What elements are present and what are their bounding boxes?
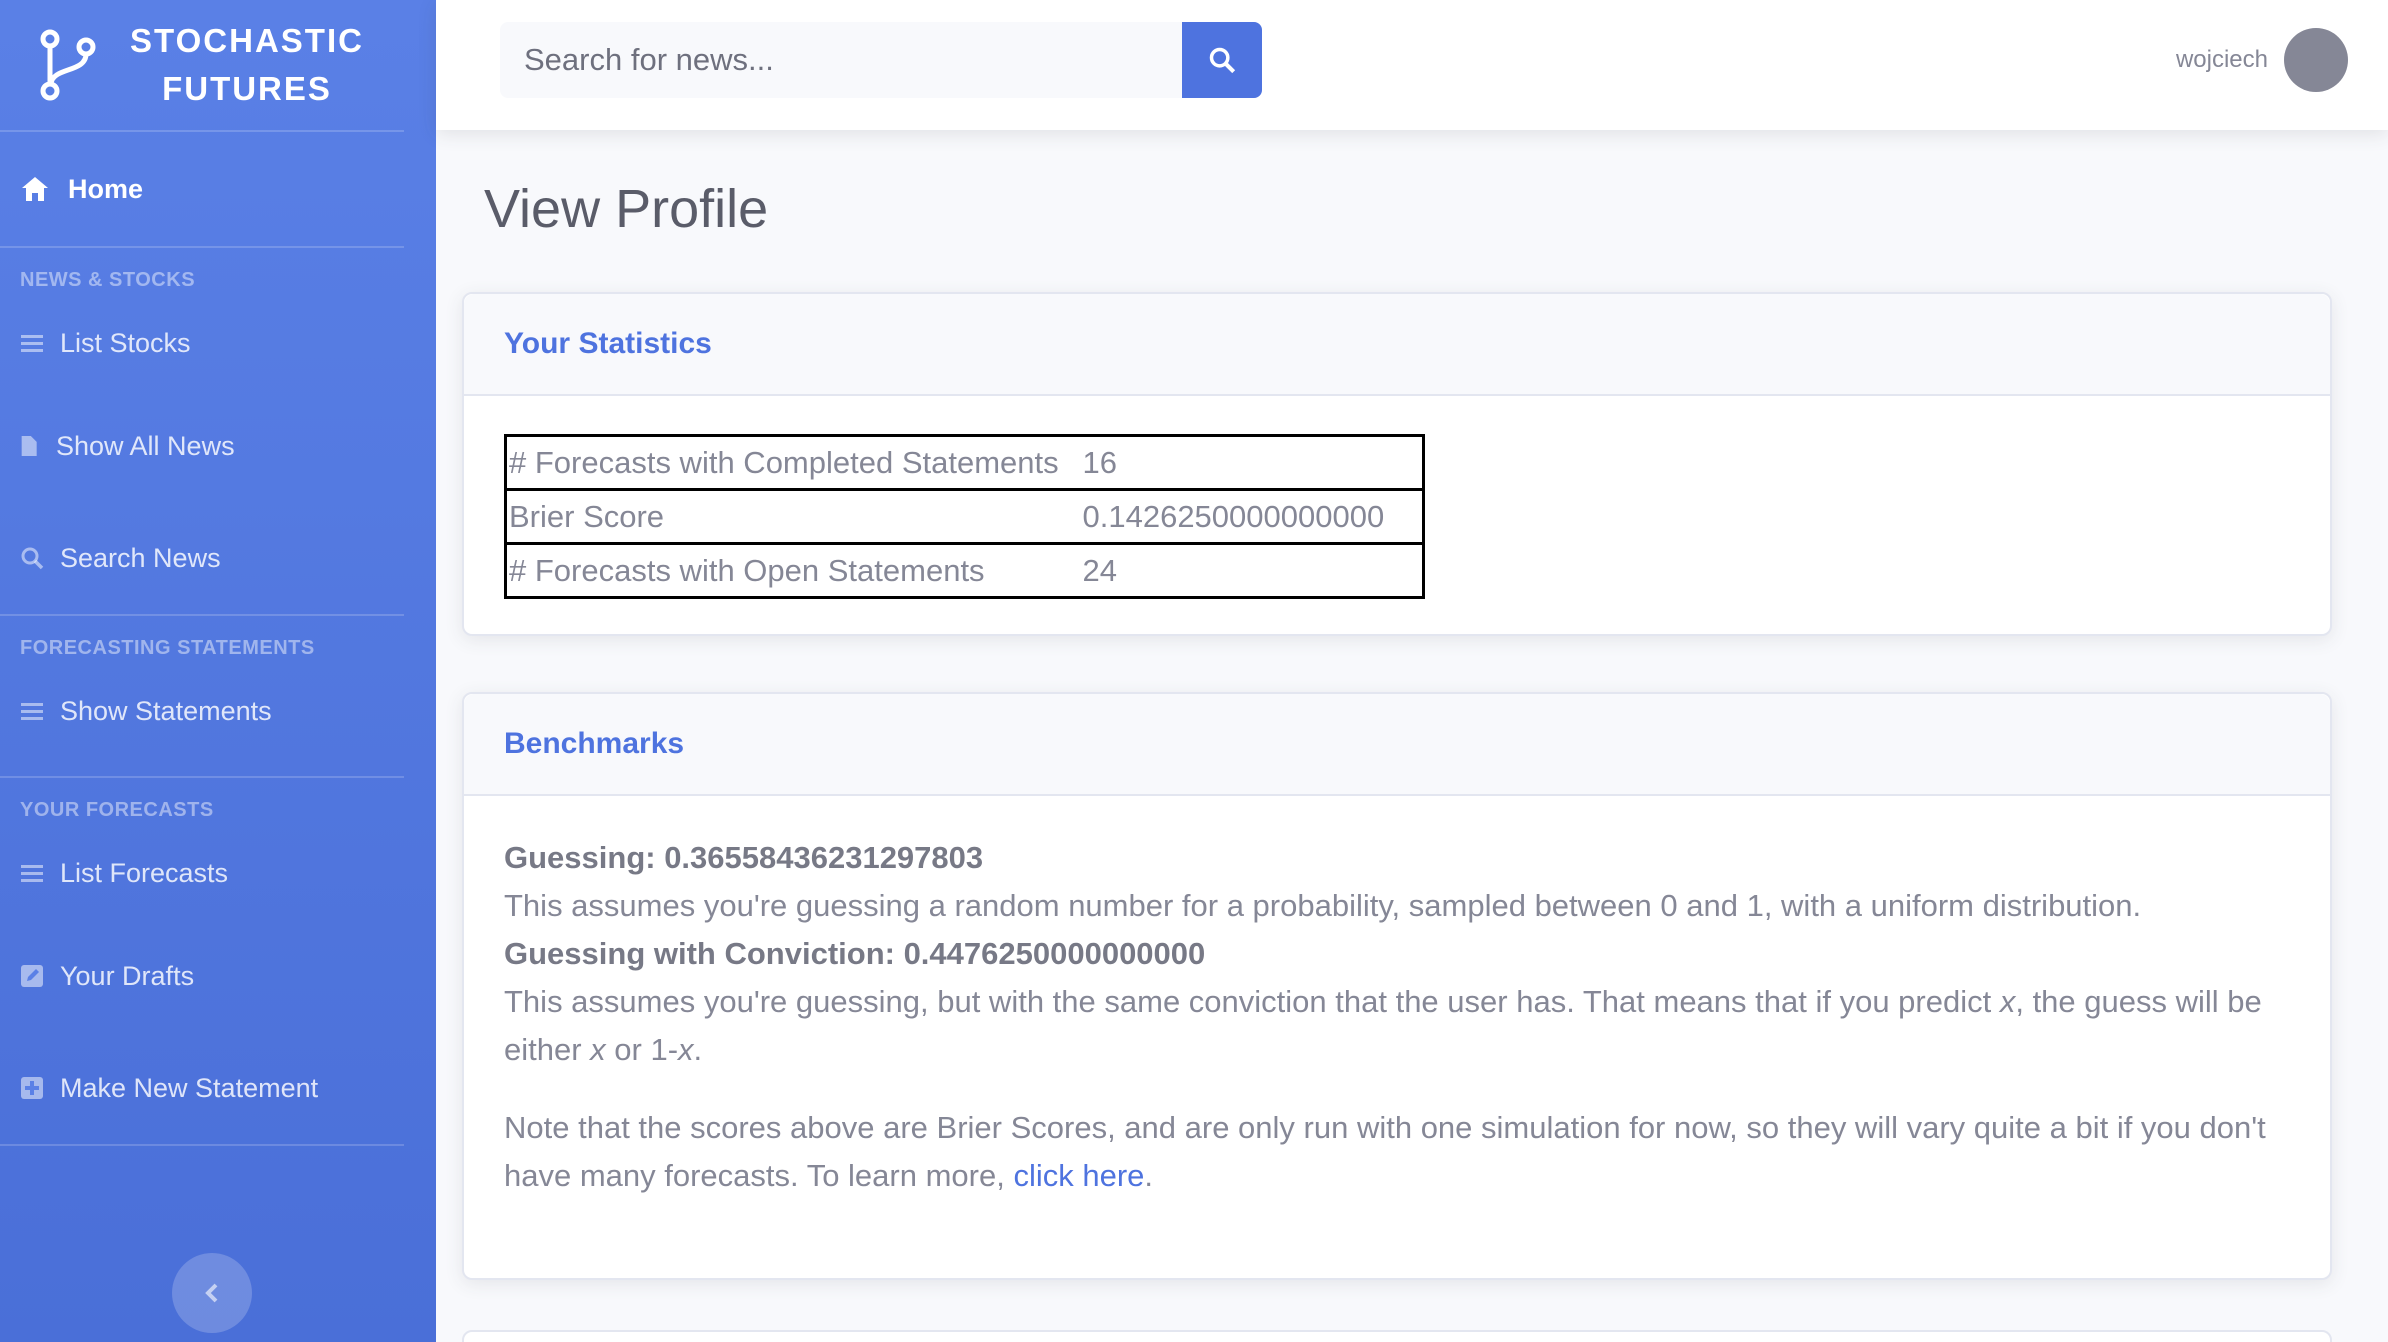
avatar [2284, 28, 2348, 92]
conviction-description: This assumes you're guessing, but with t… [504, 984, 2000, 1019]
list-icon [21, 703, 43, 720]
guessing-description: This assumes you're guessing a random nu… [504, 888, 2142, 923]
list-icon [21, 865, 43, 882]
search-input[interactable] [500, 22, 1182, 98]
table-row: # Forecasts with Completed Statements 16 [504, 434, 1425, 491]
search-button[interactable] [1182, 22, 1262, 98]
search-icon [1209, 47, 1236, 74]
sidebar-item-your-drafts[interactable]: Your Drafts [0, 920, 436, 1032]
table-row: # Forecasts with Open Statements 24 [504, 542, 1425, 599]
card-body: # Forecasts with Completed Statements 16… [464, 396, 2330, 637]
section-heading-forecasting-statements: FORECASTING STATEMENTS [20, 637, 315, 659]
next-card [462, 1330, 2332, 1342]
sidebar-toggle-button[interactable] [172, 1253, 252, 1333]
card-title: Your Statistics [504, 327, 712, 360]
card-title: Benchmarks [504, 727, 685, 760]
code-branch-icon [40, 29, 96, 101]
section-heading-your-forecasts: YOUR FORECASTS [20, 799, 214, 821]
sidebar-item-label: Search News [60, 542, 221, 573]
sidebar-item-search-news[interactable]: Search News [0, 502, 436, 614]
table-cell-value: 0.1426250000000000 [1080, 488, 1425, 545]
table-cell-value: 24 [1080, 542, 1425, 599]
edit-icon [21, 965, 43, 987]
table-cell-key: # Forecasts with Open Statements [504, 542, 1081, 599]
statistics-card: Your Statistics # Forecasts with Complet… [462, 292, 2332, 636]
sidebar-item-label: Home [68, 173, 144, 204]
note-text: Note that the scores above are Brier Sco… [504, 1110, 2266, 1193]
plus-square-icon [21, 1077, 43, 1099]
variable-x: x [1999, 984, 2016, 1019]
brand[interactable]: STOCHASTIC FUTURES [0, 0, 436, 130]
benchmark-note: Note that the scores above are Brier Sco… [504, 1104, 2290, 1200]
list-icon [21, 335, 43, 352]
card-header: Your Statistics [464, 294, 2330, 396]
sidebar-item-label: Your Drafts [60, 960, 195, 991]
card-body: Guessing: 0.36558436231297803 This assum… [464, 796, 2330, 1238]
sidebar-item-list-stocks[interactable]: List Stocks [0, 296, 436, 390]
sidebar-divider [0, 1144, 404, 1146]
benchmark-guessing: Guessing: 0.36558436231297803 This assum… [504, 834, 2290, 1074]
table-cell-key: # Forecasts with Completed Statements [504, 434, 1081, 491]
sidebar-item-list-forecasts[interactable]: List Forecasts [0, 826, 436, 920]
file-icon [21, 436, 37, 456]
guessing-score: Guessing: 0.36558436231297803 [504, 840, 984, 875]
conviction-description: or 1- [605, 1032, 679, 1067]
table-cell-key: Brier Score [504, 488, 1081, 545]
sidebar-item-label: List Forecasts [60, 857, 229, 888]
variable-x: x [590, 1032, 606, 1067]
brand-line-2: FUTURES [162, 70, 332, 107]
sidebar-item-label: Show All News [56, 430, 235, 461]
conviction-score: Guessing with Conviction: 0.447625000000… [504, 936, 1206, 971]
sidebar-item-show-statements[interactable]: Show Statements [0, 664, 436, 758]
sidebar-item-label: List Stocks [60, 327, 191, 358]
search-icon [21, 547, 44, 570]
sidebar-item-label: Show Statements [60, 695, 272, 726]
user-menu[interactable]: wojciech [2176, 28, 2348, 92]
sidebar-item-label: Make New Statement [60, 1072, 319, 1103]
home-icon [22, 177, 48, 201]
benchmarks-card: Benchmarks Guessing: 0.36558436231297803… [462, 692, 2332, 1280]
section-heading-news-stocks: NEWS & STOCKS [20, 269, 196, 291]
topbar: wojciech [436, 0, 2388, 130]
note-text: . [1144, 1158, 1154, 1193]
brand-line-1: STOCHASTIC [130, 22, 364, 59]
table-cell-value: 16 [1080, 434, 1425, 491]
chevron-left-icon [205, 1283, 218, 1303]
username: wojciech [2175, 46, 2268, 73]
sidebar-item-make-new-statement[interactable]: Make New Statement [0, 1032, 436, 1144]
statistics-table: # Forecasts with Completed Statements 16… [504, 434, 1425, 599]
sidebar: STOCHASTIC FUTURES Home NEWS & STOCKS Li… [0, 0, 436, 1342]
table-row: Brier Score 0.1426250000000000 [504, 488, 1425, 545]
learn-more-link[interactable]: click here [1013, 1158, 1144, 1193]
sidebar-item-home[interactable]: Home [0, 132, 436, 246]
sidebar-item-show-all-news[interactable]: Show All News [0, 390, 436, 502]
conviction-description: . [693, 1032, 703, 1067]
card-header: Benchmarks [464, 694, 2330, 796]
variable-x: x [678, 1032, 694, 1067]
search-bar [500, 22, 1262, 98]
brand-name: STOCHASTIC FUTURES [122, 17, 372, 113]
page-title: View Profile [484, 179, 769, 239]
